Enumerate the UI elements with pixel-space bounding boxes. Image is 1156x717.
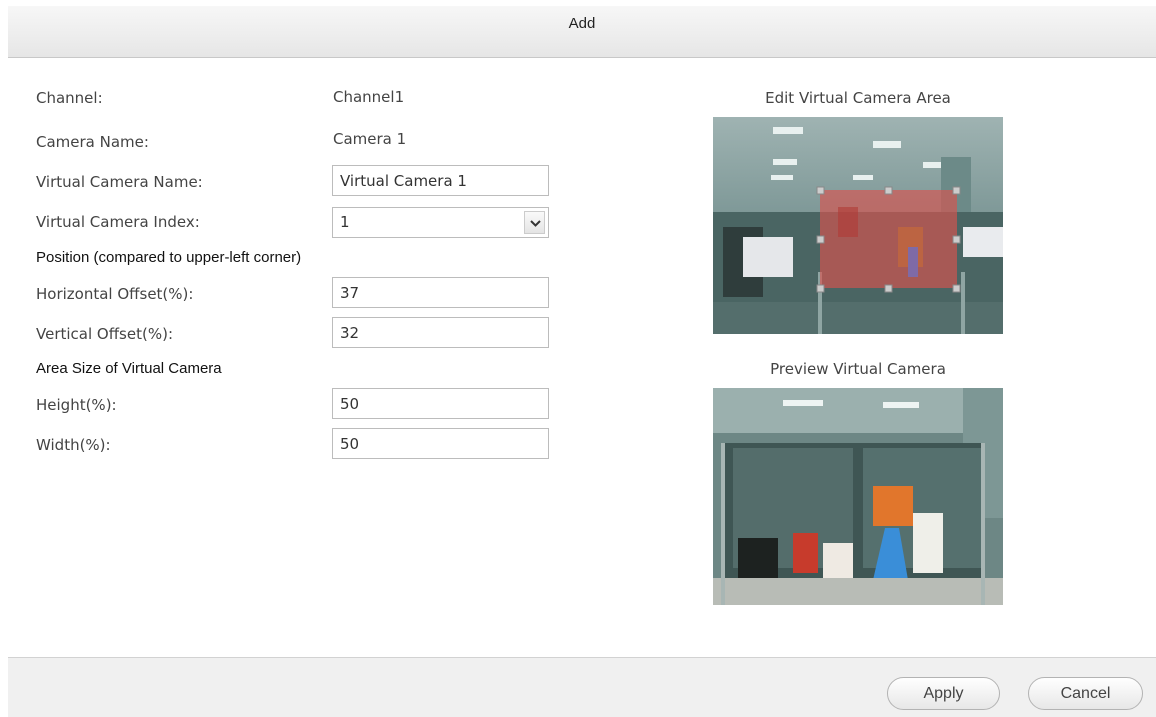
preview-title: Preview Virtual Camera [770,360,946,378]
preview-image [713,388,1003,605]
height-label: Height(%): [36,396,117,414]
virtual-camera-index-label: Virtual Camera Index: [36,213,200,231]
camera-name-value: Camera 1 [333,130,407,148]
apply-button[interactable]: Apply [887,677,1000,710]
virtual-camera-name-input[interactable] [332,165,549,196]
area-size-heading: Area Size of Virtual Camera [36,360,222,377]
cancel-button[interactable]: Cancel [1028,677,1143,710]
dialog-title: Add [568,15,596,32]
dialog-titlebar: Add [8,6,1156,58]
width-input[interactable] [332,428,549,459]
virtual-camera-name-label: Virtual Camera Name: [36,173,203,191]
virtual-camera-index-select[interactable]: 1 [332,207,549,238]
channel-label: Channel: [36,89,103,107]
horizontal-offset-label: Horizontal Offset(%): [36,285,194,303]
height-input[interactable] [332,388,549,419]
edit-area-image [713,117,1003,334]
vertical-offset-input[interactable] [332,317,549,348]
camera-name-label: Camera Name: [36,133,149,151]
vertical-offset-label: Vertical Offset(%): [36,325,173,343]
width-label: Width(%): [36,436,111,454]
horizontal-offset-input[interactable] [332,277,549,308]
edit-area-title: Edit Virtual Camera Area [765,89,951,107]
position-heading: Position (compared to upper-left corner) [36,249,302,266]
virtual-camera-index-value: 1 [340,213,350,231]
channel-value: Channel1 [333,88,405,106]
chevron-down-icon[interactable] [524,211,545,234]
